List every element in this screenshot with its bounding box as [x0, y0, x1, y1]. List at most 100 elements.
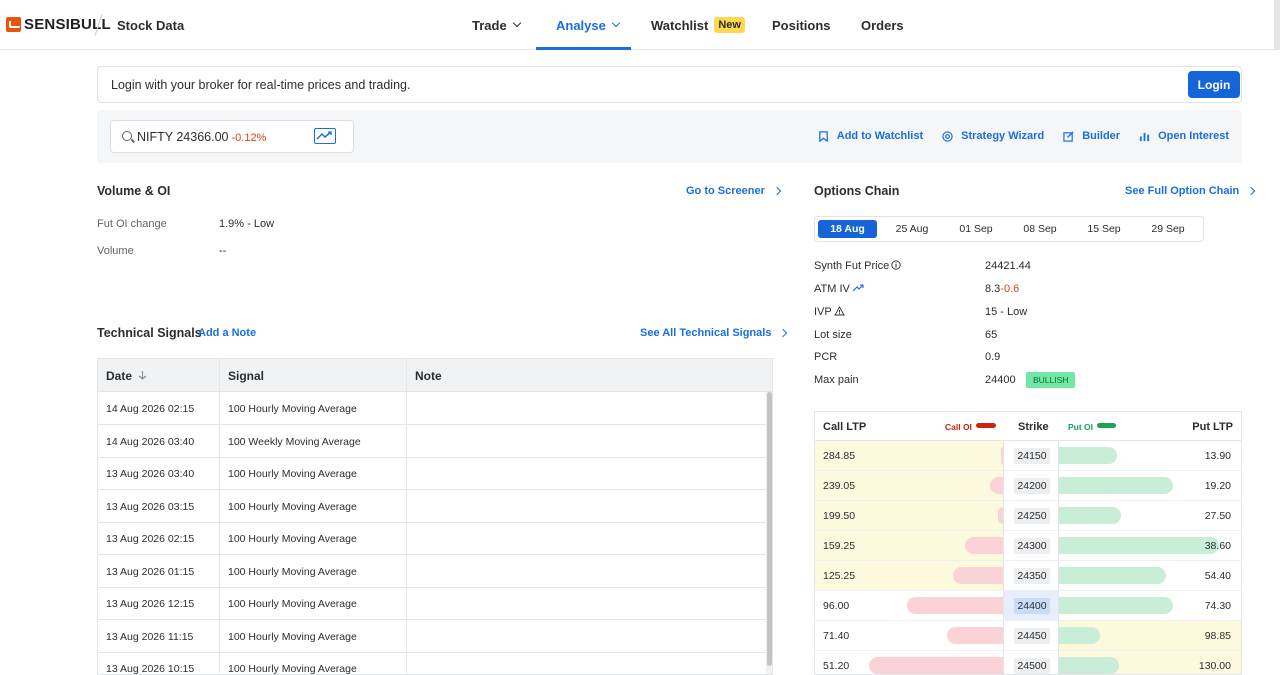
table-row[interactable]: 13 Aug 2026 12:15 100 Hourly Moving Avera…: [98, 587, 766, 620]
expiry-selector: 18 Aug 25 Aug 01 Sep 08 Sep 15 Sep 29 Sep: [814, 216, 1204, 242]
call-cell[interactable]: 96.00: [815, 591, 1003, 620]
stat-value: 8.3-0.6: [985, 283, 1019, 295]
full-option-chain-link[interactable]: See Full Option Chain: [1125, 185, 1256, 197]
trend-icon[interactable]: [850, 283, 864, 295]
put-cell[interactable]: 74.30: [1059, 591, 1241, 620]
table-row[interactable]: 13 Aug 2026 03:15 100 Hourly Moving Avera…: [98, 490, 766, 523]
expiry-tab[interactable]: 29 Sep: [1136, 220, 1200, 238]
volume-value: --: [219, 245, 227, 257]
options-chain-title: Options Chain: [814, 184, 900, 198]
put-oi-bar: [1059, 657, 1120, 674]
active-tab-indicator: [536, 47, 631, 50]
option-chain-row[interactable]: 199.50 24250 27.50: [815, 501, 1241, 531]
date-header-label: Date: [106, 369, 133, 383]
call-cell[interactable]: 199.50: [815, 501, 1003, 530]
nav-analyse-label: Analyse: [556, 17, 606, 33]
put-oi-header: Put OI: [1068, 422, 1094, 432]
put-cell[interactable]: 19.20: [1059, 471, 1241, 500]
table-row[interactable]: 14 Aug 2026 02:15 100 Hourly Moving Avera…: [98, 392, 766, 425]
signal-name: 100 Hourly Moving Average: [228, 500, 357, 513]
signal-name: 100 Hourly Moving Average: [228, 598, 357, 610]
stat-label-text: PCR: [814, 351, 838, 363]
stat-label-text: Max pain: [814, 374, 859, 386]
open-interest-button[interactable]: Open Interest: [1139, 130, 1229, 142]
instrument-search[interactable]: NIFTY 24366.00 -0.12%: [110, 120, 354, 153]
nav-watchlist[interactable]: Watchlist New: [651, 0, 745, 50]
call-cell[interactable]: 125.25: [815, 561, 1003, 590]
chart-icon[interactable]: [314, 128, 336, 144]
call-cell[interactable]: 284.85: [815, 441, 1003, 470]
put-cell[interactable]: 130.00: [1059, 651, 1241, 674]
put-cell[interactable]: 98.85: [1059, 621, 1241, 650]
signal-date: 13 Aug 2026 11:15: [106, 630, 194, 643]
builder-button[interactable]: Builder: [1063, 130, 1120, 142]
call-cell[interactable]: 51.20: [815, 651, 1003, 674]
option-chain-row[interactable]: 125.25 24350 54.40: [815, 561, 1241, 591]
chevron-down-icon: [611, 18, 621, 28]
call-oi-bar: [906, 597, 1003, 614]
stat-value: 24400: [985, 374, 1016, 386]
nav-orders[interactable]: Orders: [861, 0, 904, 50]
call-cell[interactable]: 71.40: [815, 621, 1003, 650]
stat-value: 65: [985, 329, 997, 341]
nav-trade[interactable]: Trade: [472, 0, 521, 50]
table-row[interactable]: 13 Aug 2026 02:15 100 Hourly Moving Avera…: [98, 522, 766, 555]
go-to-screener-link[interactable]: Go to Screener: [686, 185, 782, 197]
table-row[interactable]: 13 Aug 2026 10:15 100 Hourly Moving Avera…: [98, 652, 766, 675]
scrollbar-thumb[interactable]: [767, 392, 772, 666]
see-all-signals-link[interactable]: See All Technical Signals: [640, 327, 788, 339]
put-cell[interactable]: 38.60: [1059, 531, 1241, 560]
expiry-tab[interactable]: 15 Sep: [1072, 220, 1136, 238]
bookmark-icon: [818, 130, 828, 142]
add-to-watchlist-label: Add to Watchlist: [836, 130, 924, 142]
expiry-tab[interactable]: 01 Sep: [944, 220, 1008, 238]
chevron-down-icon: [512, 18, 521, 28]
table-scrollbar[interactable]: [766, 392, 772, 674]
table-row[interactable]: 13 Aug 2026 03:40 100 Hourly Moving Avera…: [98, 457, 766, 490]
strategy-wizard-button[interactable]: Strategy Wizard: [942, 130, 1044, 142]
option-chain-row[interactable]: 159.25 24300 38.60: [815, 531, 1241, 561]
info-icon[interactable]: [889, 260, 901, 272]
stat-value-text: 15 - Low: [985, 306, 1028, 318]
put-cell[interactable]: 13.90: [1059, 441, 1241, 470]
put-cell[interactable]: 54.40: [1059, 561, 1241, 590]
put-cell[interactable]: 27.50: [1059, 501, 1241, 530]
table-row[interactable]: 13 Aug 2026 01:15 100 Hourly Moving Avera…: [98, 555, 766, 588]
table-row[interactable]: 13 Aug 2026 11:15 100 Hourly Moving Avera…: [98, 620, 766, 653]
instrument-price: NIFTY 24366.00: [137, 130, 229, 144]
stat-value: 15 - Low: [985, 306, 1027, 318]
put-ltp: 13.90: [1204, 450, 1231, 462]
add-to-watchlist-button[interactable]: Add to Watchlist: [818, 130, 923, 142]
stat-value-text: 8.3: [985, 283, 1001, 295]
expiry-tab[interactable]: 18 Aug: [818, 220, 877, 238]
call-cell[interactable]: 159.25: [815, 531, 1003, 560]
option-chain-row[interactable]: 51.20 24500 130.00: [815, 651, 1241, 674]
table-row[interactable]: 14 Aug 2026 03:40 100 Weekly Moving Avera…: [98, 425, 766, 458]
date-column-header[interactable]: Date: [106, 369, 147, 383]
login-button[interactable]: Login: [1188, 71, 1240, 98]
option-chain-row[interactable]: 71.40 24450 98.85: [815, 621, 1241, 651]
add-note-link[interactable]: Add a Note: [198, 327, 256, 339]
stat-label: Synth Fut Price: [814, 260, 901, 272]
stat-label-text: Lot size: [814, 329, 852, 341]
put-oi-bar: [1059, 627, 1101, 644]
chevron-right-icon: [1247, 186, 1256, 196]
signal-name: 100 Hourly Moving Average: [228, 533, 357, 545]
option-chain-row[interactable]: 96.00 24400 74.30: [815, 591, 1241, 621]
put-ltp: 74.30: [1204, 600, 1231, 612]
put-ltp: 19.20: [1204, 480, 1231, 492]
toolbar-actions: Add to Watchlist Strategy Wizard Builder…: [818, 130, 1242, 142]
expiry-tab[interactable]: 08 Sep: [1008, 220, 1072, 238]
option-chain-row[interactable]: 239.05 24200 19.20: [815, 471, 1241, 501]
put-ltp: 98.85: [1204, 630, 1231, 642]
logo-icon: [6, 17, 21, 32]
nav-watchlist-label: Watchlist: [651, 17, 709, 33]
put-oi-bar: [1059, 477, 1173, 494]
nav-analyse[interactable]: Analyse: [556, 0, 621, 50]
expiry-tab[interactable]: 25 Aug: [880, 220, 944, 238]
call-cell[interactable]: 239.05: [815, 471, 1003, 500]
nav-positions[interactable]: Positions: [772, 0, 831, 50]
option-chain-row[interactable]: 284.85 24150 13.90: [815, 441, 1241, 471]
warning-icon[interactable]: [832, 306, 845, 318]
signal-name: 100 Hourly Moving Average: [228, 663, 357, 675]
